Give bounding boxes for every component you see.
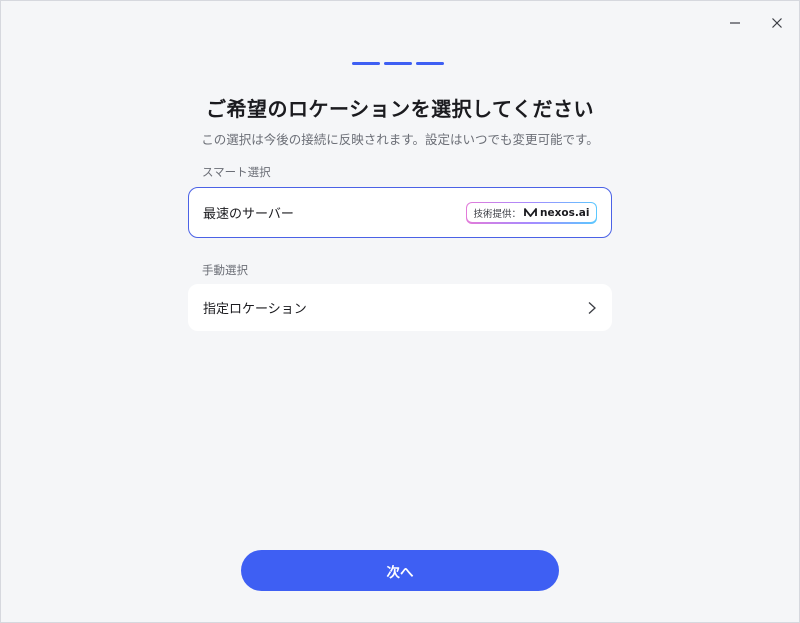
minimize-button[interactable] [720, 9, 750, 37]
specific-location-option[interactable]: 指定ロケーション [188, 284, 612, 331]
step-3 [416, 62, 444, 65]
badge-prefix: 技術提供： [473, 208, 521, 220]
step-2 [384, 62, 412, 65]
step-1 [352, 62, 380, 65]
fastest-server-option[interactable]: 最速のサーバー 技術提供： nexos.ai [188, 187, 612, 238]
next-button[interactable]: 次へ [241, 550, 559, 591]
close-icon [772, 18, 782, 28]
app-window: ご希望のロケーションを選択してください この選択は今後の接続に反映されます。設定… [0, 0, 800, 623]
manual-section-label: 手動選択 [202, 263, 248, 277]
page-subtitle: この選択は今後の接続に反映されます。設定はいつでも変更可能です。 [201, 132, 599, 147]
badge-brand: nexos.ai [539, 206, 590, 219]
step-indicator [352, 62, 444, 65]
nexos-logo-icon [524, 208, 537, 217]
smart-section-label: スマート選択 [202, 165, 271, 179]
fastest-server-label: 最速のサーバー [203, 207, 294, 222]
page-title: ご希望のロケーションを選択してください [206, 97, 594, 121]
close-button[interactable] [762, 9, 792, 37]
minimize-icon [730, 22, 740, 24]
chevron-right-icon [587, 301, 597, 315]
powered-by-badge: 技術提供： nexos.ai [465, 201, 597, 224]
specific-location-label: 指定ロケーション [203, 302, 307, 317]
